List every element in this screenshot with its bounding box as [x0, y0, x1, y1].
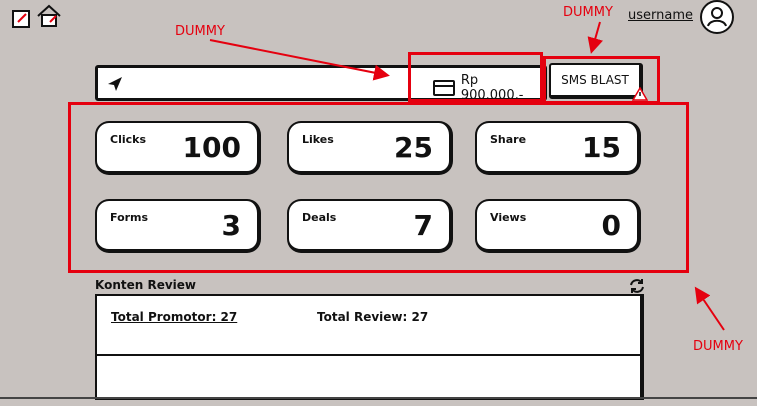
external-link-icon[interactable]: [10, 8, 32, 30]
user-icon: [707, 7, 727, 27]
home-icon[interactable]: [36, 4, 62, 28]
annotation-box-sms: [543, 56, 660, 104]
username-link[interactable]: username: [628, 8, 693, 23]
send-icon[interactable]: [106, 75, 124, 93]
total-review-label: Total Review: 27: [317, 310, 429, 324]
annotation-arrow: [694, 286, 725, 331]
annotation-label: DUMMY: [175, 24, 225, 39]
annotation-label: DUMMY: [563, 5, 613, 20]
review-panel: Total Promotor: 27 Total Review: 27: [95, 294, 644, 400]
user-avatar[interactable]: [700, 0, 734, 34]
divider: [97, 354, 640, 356]
total-promotor-link[interactable]: Total Promotor: 27: [111, 310, 237, 324]
annotation-arrow: [587, 21, 603, 54]
section-title: Konten Review: [95, 278, 197, 292]
annotation-box-price: [408, 52, 543, 102]
divider: [0, 397, 757, 399]
refresh-icon[interactable]: [628, 277, 646, 295]
annotation-label: DUMMY: [693, 339, 743, 354]
annotation-box-stats: [68, 102, 689, 273]
